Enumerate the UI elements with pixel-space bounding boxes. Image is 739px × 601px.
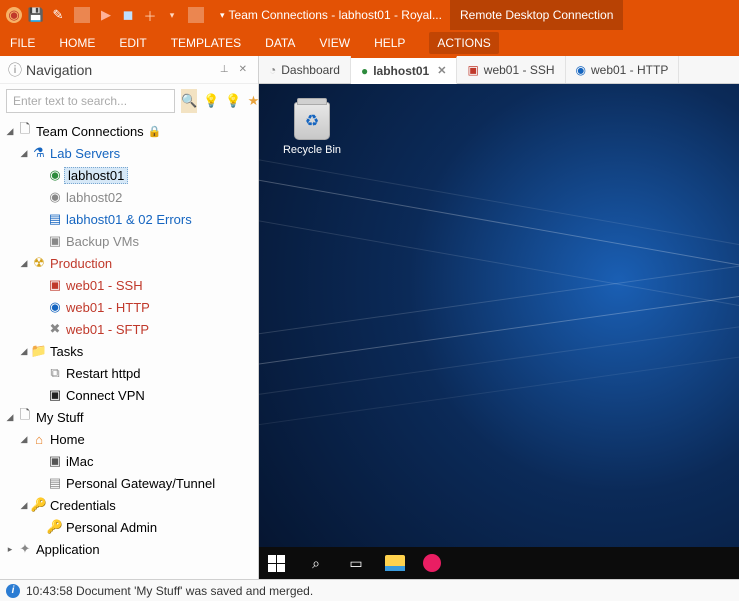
status-text: 10:43:58 Document 'My Stuff' was saved a…: [26, 584, 313, 598]
tree-item-labhost02[interactable]: ◉labhost02: [0, 186, 258, 208]
nav-header: ⓘ Navigation ⊥ ✕: [0, 56, 258, 84]
run-icon[interactable]: ▶: [98, 7, 114, 23]
tree-item-personal-admin[interactable]: 🔑Personal Admin: [0, 516, 258, 538]
tree-doc-application[interactable]: ▸✦Application: [0, 538, 258, 560]
save-icon[interactable]: 💾: [28, 7, 44, 23]
search-icon[interactable]: 🔍: [181, 89, 197, 113]
tab-labhost01[interactable]: ●labhost01✕: [351, 56, 457, 84]
tree-item-web01-http[interactable]: ◉web01 - HTTP: [0, 296, 258, 318]
session-tabs: ◔Dashboard ●labhost01✕ ▣web01 - SSH ◉web…: [259, 56, 739, 84]
lock-icon: 🔒: [148, 125, 162, 138]
tab-web01-http[interactable]: ◉web01 - HTTP: [566, 56, 680, 83]
menu-help[interactable]: HELP: [374, 36, 405, 50]
separator: [74, 7, 90, 23]
ssh-icon: ▣: [467, 63, 478, 77]
menu-view[interactable]: VIEW: [319, 36, 350, 50]
tree-folder-credentials[interactable]: ◢🔑Credentials: [0, 494, 258, 516]
add-icon[interactable]: ＋: [142, 7, 158, 23]
info-icon: i: [6, 584, 20, 598]
edit-icon[interactable]: ✎: [50, 7, 66, 23]
app-icon: ◉: [6, 7, 22, 23]
stop-icon[interactable]: ◼: [120, 7, 136, 23]
caption-right: Remote Desktop Connection: [460, 8, 613, 22]
dropdown-icon[interactable]: ▾: [164, 7, 180, 23]
close-tab-icon[interactable]: ✕: [437, 64, 446, 77]
menu-templates[interactable]: TEMPLATES: [171, 36, 241, 50]
menu-edit[interactable]: EDIT: [119, 36, 146, 50]
tree-item-lab-errors[interactable]: ▤labhost01 & 02 Errors: [0, 208, 258, 230]
start-button[interactable]: [265, 552, 287, 574]
task-view-icon[interactable]: ▭: [345, 552, 367, 574]
search-input[interactable]: [6, 89, 175, 113]
titlebar: ◉ 💾 ✎ ▶ ◼ ＋ ▾ ▾Team Connections - labhos…: [0, 0, 739, 30]
tree-item-restart-httpd[interactable]: ⧉Restart httpd: [0, 362, 258, 384]
tree-folder-production[interactable]: ◢☢Production: [0, 252, 258, 274]
tree-item-gateway[interactable]: ▤Personal Gateway/Tunnel: [0, 472, 258, 494]
menubar: FILE HOME EDIT TEMPLATES DATA VIEW HELP …: [0, 30, 739, 56]
info-icon: ⓘ: [8, 60, 22, 80]
bulb-on-icon[interactable]: 💡: [203, 89, 219, 113]
tab-web01-ssh[interactable]: ▣web01 - SSH: [457, 56, 565, 83]
close-panel-icon[interactable]: ✕: [236, 64, 250, 75]
separator: [188, 7, 204, 23]
tree-item-imac[interactable]: ▣iMac: [0, 450, 258, 472]
nav-tree: ◢🗋Team Connections🔒 ◢⚗Lab Servers ◉labho…: [0, 118, 258, 579]
pinned-app-icon[interactable]: [423, 554, 441, 572]
tree-folder-lab[interactable]: ◢⚗Lab Servers: [0, 142, 258, 164]
nav-title: Navigation: [26, 62, 213, 78]
connected-icon: ●: [361, 64, 368, 78]
tree-folder-tasks[interactable]: ◢📁Tasks: [0, 340, 258, 362]
favorite-icon[interactable]: ★: [248, 89, 260, 113]
tree-doc-team[interactable]: ◢🗋Team Connections🔒: [0, 120, 258, 142]
recycle-bin-label: Recycle Bin: [277, 144, 347, 156]
caption-left: Team Connections - labhost01 - Royal...: [229, 8, 442, 22]
menu-actions[interactable]: ACTIONS: [429, 32, 498, 54]
windows-logo-icon: [268, 555, 285, 572]
file-explorer-icon[interactable]: [385, 555, 405, 571]
window-caption: ▾Team Connections - labhost01 - Royal...…: [212, 0, 739, 30]
http-icon: ◉: [576, 63, 586, 77]
tree-item-web01-sftp[interactable]: ✖web01 - SFTP: [0, 318, 258, 340]
menu-file[interactable]: FILE: [10, 36, 35, 50]
menu-data[interactable]: DATA: [265, 36, 295, 50]
tree-item-connect-vpn[interactable]: ▣Connect VPN: [0, 384, 258, 406]
tree-folder-home[interactable]: ◢⌂Home: [0, 428, 258, 450]
quick-access-toolbar: ◉ 💾 ✎ ▶ ◼ ＋ ▾: [0, 7, 212, 23]
pin-icon[interactable]: ⊥: [217, 64, 232, 75]
status-bar: i 10:43:58 Document 'My Stuff' was saved…: [0, 579, 739, 601]
bulb-off-icon[interactable]: 💡: [225, 89, 241, 113]
taskbar-search-icon[interactable]: ⌕: [305, 552, 327, 574]
navigation-panel: ⓘ Navigation ⊥ ✕ 🔍 💡 💡 ★ ◢🗋Team Connecti…: [0, 56, 259, 579]
remote-taskbar: ⌕ ▭: [259, 547, 739, 579]
nav-search-bar: 🔍 💡 💡 ★: [0, 84, 258, 118]
recycle-bin-icon[interactable]: ♻ Recycle Bin: [277, 102, 347, 156]
main-area: ◔Dashboard ●labhost01✕ ▣web01 - SSH ◉web…: [259, 56, 739, 579]
tree-item-labhost01[interactable]: ◉labhost01: [0, 164, 258, 186]
remote-desktop-view[interactable]: ♻ Recycle Bin ⌕ ▭: [259, 84, 739, 579]
dashboard-icon: ◔: [269, 63, 276, 77]
tree-doc-mystuff[interactable]: ◢🗋My Stuff: [0, 406, 258, 428]
tab-dashboard[interactable]: ◔Dashboard: [259, 56, 351, 83]
tree-item-web01-ssh[interactable]: ▣web01 - SSH: [0, 274, 258, 296]
menu-home[interactable]: HOME: [59, 36, 95, 50]
tree-item-backup-vms[interactable]: ▣Backup VMs: [0, 230, 258, 252]
